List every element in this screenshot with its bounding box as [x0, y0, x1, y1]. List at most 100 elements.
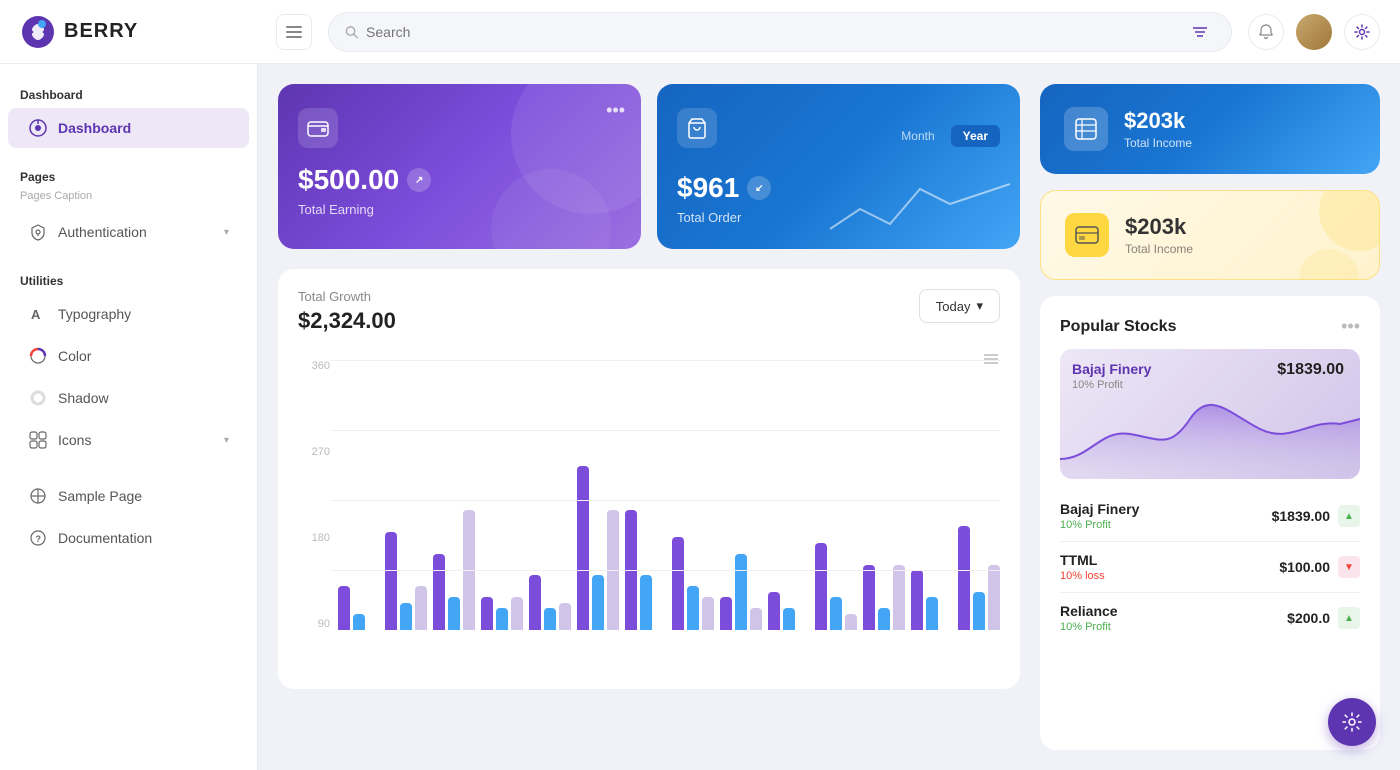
- bar-group-1: [385, 532, 427, 630]
- cashier-icon: [1075, 223, 1099, 247]
- y-axis: 360 270 180 90: [298, 350, 330, 630]
- earning-card-more-button[interactable]: •••: [606, 100, 625, 121]
- earning-amount: $500.00 ↗: [298, 164, 621, 196]
- svg-text:?: ?: [36, 534, 42, 544]
- avatar[interactable]: [1296, 14, 1332, 50]
- sidebar-item-shadow[interactable]: Shadow: [8, 378, 249, 418]
- shadow-icon: [28, 388, 48, 408]
- auth-icon: [28, 222, 48, 242]
- sample-page-icon: [28, 486, 48, 506]
- income-yellow-info: $203k Total Income: [1125, 214, 1193, 256]
- sidebar-item-sample-page[interactable]: Sample Page: [8, 476, 249, 516]
- tab-year[interactable]: Year: [951, 125, 1000, 147]
- y-tick-270: 270: [298, 446, 330, 458]
- docs-icon: ?: [28, 528, 48, 548]
- featured-stock-chart: Bajaj Finery 10% Profit $1839.00: [1060, 349, 1360, 479]
- stock-badge-2: ▲: [1338, 607, 1360, 629]
- sidebar-pages-caption: Pages Caption: [0, 188, 257, 210]
- stocks-list: Bajaj Finery 10% Profit $1839.00 ▲ TTML10% l…: [1060, 491, 1360, 643]
- earning-badge: ↗: [407, 168, 431, 192]
- bar-group-3: [481, 597, 523, 630]
- sidebar-icons-label: Icons: [58, 432, 214, 448]
- income-yellow-amount: $203k: [1125, 214, 1193, 240]
- typography-icon: A: [28, 304, 48, 324]
- stocks-title: Popular Stocks: [1060, 318, 1176, 336]
- y-tick-90: 90: [298, 618, 330, 630]
- earning-card-icon-box: [298, 108, 338, 148]
- sidebar-shadow-label: Shadow: [58, 390, 229, 406]
- chart-menu-icon[interactable]: [982, 350, 1000, 373]
- order-card-top: Month Year: [677, 108, 1000, 164]
- sidebar-color-label: Color: [58, 348, 229, 364]
- stock-change-2: 10% Profit: [1060, 621, 1118, 633]
- featured-stock-wave: [1060, 399, 1360, 479]
- sidebar-item-dashboard[interactable]: Dashboard: [8, 108, 249, 148]
- growth-info: Total Growth $2,324.00: [298, 289, 396, 334]
- settings-button[interactable]: [1344, 14, 1380, 50]
- income-blue-label: Total Income: [1124, 136, 1192, 150]
- stock-name-0: Bajaj Finery: [1060, 501, 1139, 517]
- svg-text:A: A: [31, 307, 41, 322]
- sidebar-typography-label: Typography: [58, 306, 229, 322]
- notification-button[interactable]: [1248, 14, 1284, 50]
- sidebar-docs-label: Documentation: [58, 530, 229, 546]
- card-income-yellow: $203k Total Income: [1040, 190, 1380, 280]
- sidebar-item-authentication[interactable]: Authentication ▾: [8, 212, 249, 252]
- logo-area: BERRY: [20, 14, 260, 50]
- grid-line-1: [330, 430, 1000, 431]
- grid-line-top: [330, 360, 1000, 361]
- stock-right-0: $1839.00 ▲: [1272, 505, 1360, 527]
- bar-group-13: [958, 526, 1000, 630]
- stock-right-2: $200.0 ▲: [1287, 607, 1360, 629]
- stocks-header: Popular Stocks •••: [1060, 316, 1360, 337]
- featured-stock-price: $1839.00: [1277, 361, 1344, 379]
- shopping-icon: [686, 117, 708, 139]
- stock-change-0: 10% Profit: [1060, 519, 1139, 531]
- sidebar-auth-label: Authentication: [58, 224, 214, 240]
- order-badge: ↙: [747, 176, 771, 200]
- stock-price-2: $200.0: [1287, 610, 1330, 626]
- stock-price-0: $1839.00: [1272, 508, 1330, 524]
- order-tab-group: Month Year: [889, 125, 1000, 147]
- growth-header: Total Growth $2,324.00 Today ▾: [298, 289, 1000, 334]
- logo-text: BERRY: [64, 20, 138, 43]
- sidebar-item-icons[interactable]: Icons ▾: [8, 420, 249, 460]
- filter-button[interactable]: [1185, 16, 1215, 48]
- growth-chart-area: 360 270 180 90: [298, 350, 1000, 650]
- bar-group-10: [815, 543, 857, 630]
- chart-bars: [338, 350, 1000, 630]
- dashboard-icon: [28, 118, 48, 138]
- card-total-earning: ••• $500.00 ↗ Total Earning: [278, 84, 641, 249]
- card-total-order: Month Year $961 ↙ Total Order: [657, 84, 1020, 249]
- featured-stock-profit: 10% Profit: [1072, 379, 1348, 391]
- chevron-down-icon-today: ▾: [976, 298, 983, 314]
- bar-group-0: [338, 586, 379, 630]
- order-card-icon-box: [677, 108, 717, 148]
- sidebar-dashboard-label: Dashboard: [58, 120, 229, 136]
- search-input[interactable]: [366, 24, 1177, 40]
- stock-info-2: Reliance10% Profit: [1060, 603, 1118, 633]
- stock-badge-0: ▲: [1338, 505, 1360, 527]
- grid-line-2: [330, 500, 1000, 501]
- content-main: ••• $500.00 ↗ Total Earning: [278, 84, 1020, 750]
- bar-group-7: [672, 537, 714, 630]
- menu-button[interactable]: [276, 14, 312, 50]
- color-icon: [28, 346, 48, 366]
- income-blue-icon-box: [1064, 107, 1108, 151]
- today-button[interactable]: Today ▾: [919, 289, 1000, 323]
- stock-price-1: $100.00: [1279, 559, 1330, 575]
- stocks-more-button[interactable]: •••: [1341, 316, 1360, 337]
- sidebar-sample-label: Sample Page: [58, 488, 229, 504]
- sidebar-item-documentation[interactable]: ? Documentation: [8, 518, 249, 558]
- stock-info-1: TTML10% loss: [1060, 552, 1105, 582]
- search-icon: [345, 25, 358, 39]
- bar-group-4: [529, 575, 571, 630]
- tab-month[interactable]: Month: [889, 125, 946, 147]
- card-income-blue: $203k Total Income: [1040, 84, 1380, 174]
- sidebar-item-typography[interactable]: A Typography: [8, 294, 249, 334]
- bar-group-12: [911, 570, 952, 630]
- y-tick-180: 180: [298, 532, 330, 544]
- sidebar-item-color[interactable]: Color: [8, 336, 249, 376]
- stock-change-1: 10% loss: [1060, 570, 1105, 582]
- fab-settings-button[interactable]: [1328, 698, 1376, 746]
